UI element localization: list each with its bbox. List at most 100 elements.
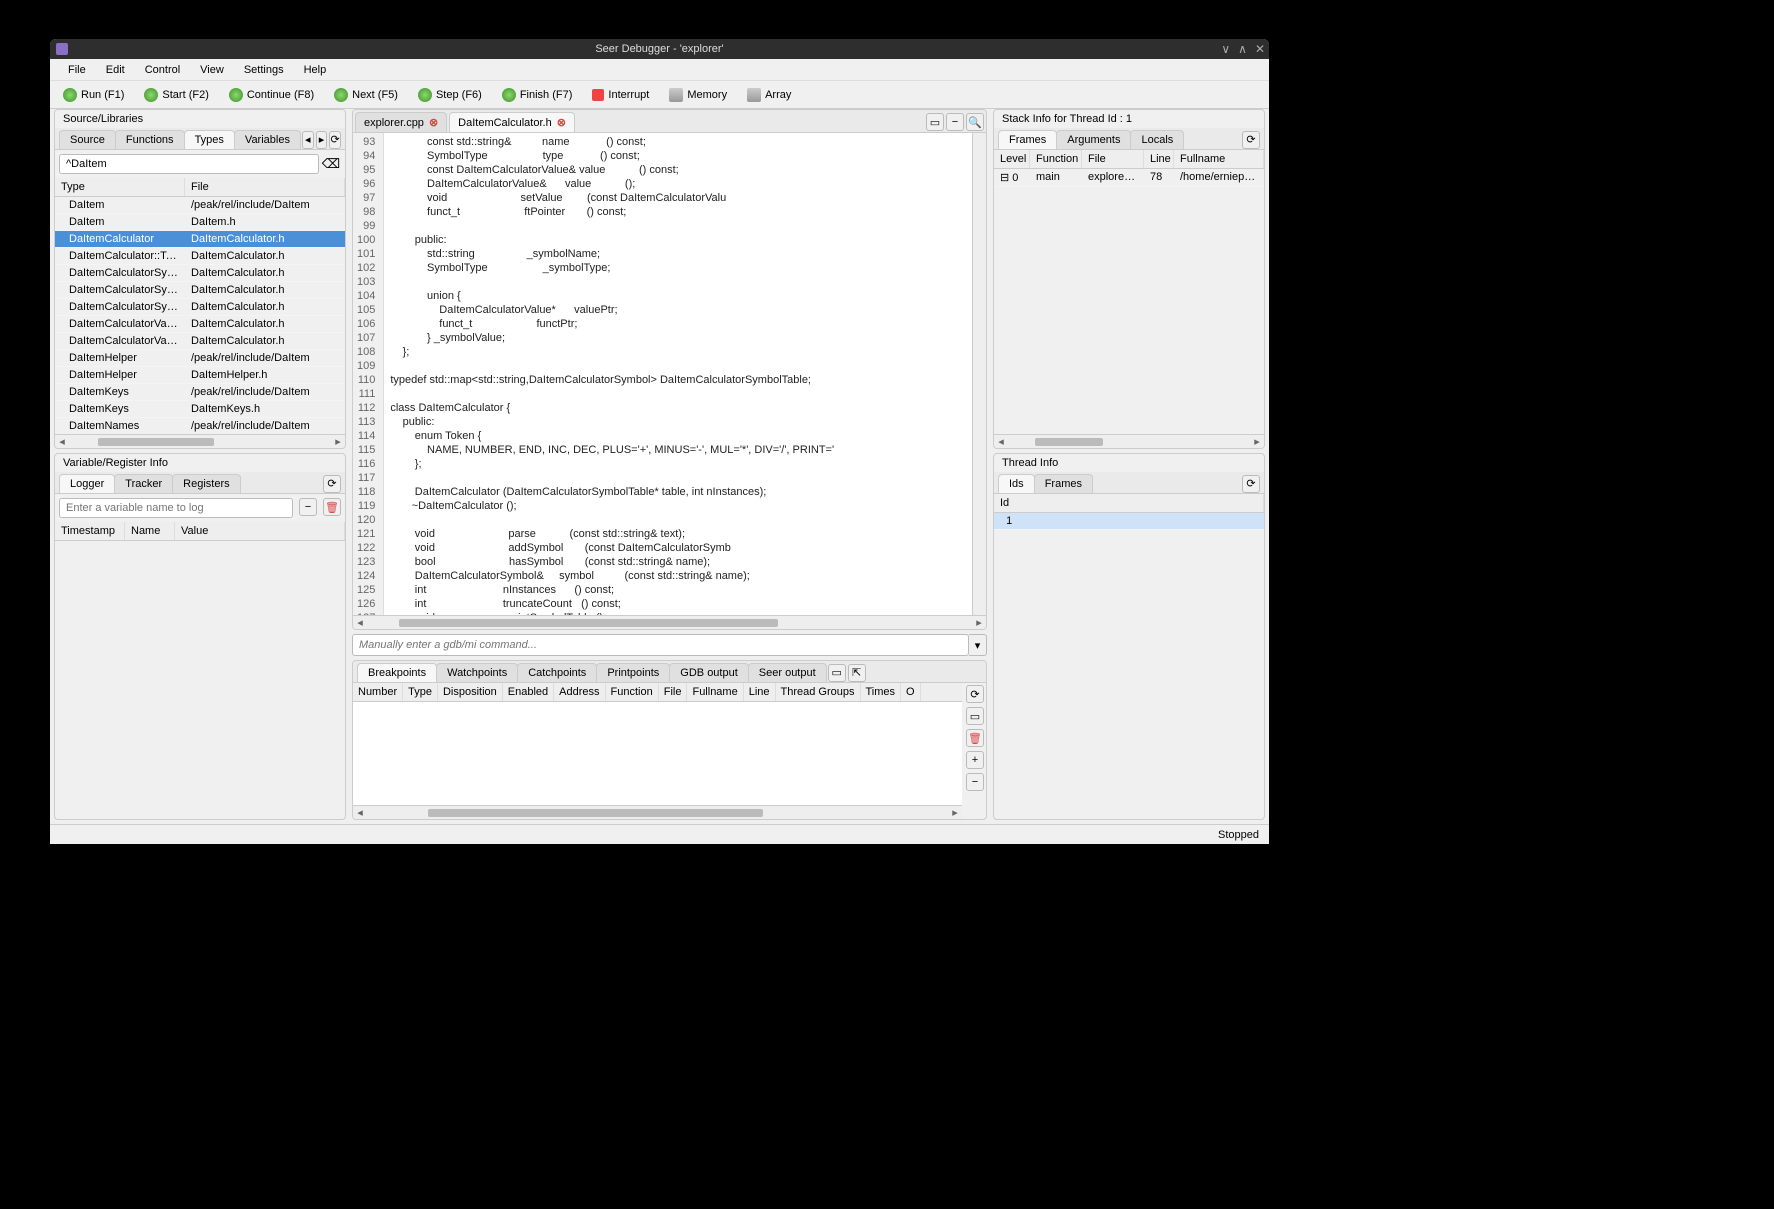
col-address[interactable]: Address (554, 683, 605, 701)
code-area[interactable]: 93 94 95 96 97 98 99 100 101 102 103 104… (353, 133, 986, 615)
tab-logger[interactable]: Logger (59, 474, 115, 493)
tab-functions[interactable]: Functions (115, 130, 185, 149)
tab-locals[interactable]: Locals (1130, 130, 1184, 149)
table-row[interactable]: DaItemCalculatorValue::...DaItemCalculat… (55, 333, 345, 350)
editor-tab-DaItemCalculator-h[interactable]: DaItemCalculator.h⊗ (449, 112, 575, 132)
remove-button[interactable]: − (966, 773, 984, 791)
table-row[interactable]: DaItemHelper/peak/rel/include/DaItem (55, 350, 345, 367)
col-type[interactable]: Type (55, 178, 185, 196)
tab-arguments[interactable]: Arguments (1056, 130, 1131, 149)
table-row[interactable]: DaItemKeys/peak/rel/include/DaItem (55, 384, 345, 401)
toolbar-memory-button[interactable]: Memory (660, 84, 736, 106)
refresh-button[interactable]: ⟳ (966, 685, 984, 703)
table-row[interactable]: DaItemCalculatorValueDaItemCalculator.h (55, 316, 345, 333)
col-line[interactable]: Line (1144, 150, 1174, 168)
refresh-button[interactable]: ⟳ (1242, 131, 1260, 149)
tab-catchpoints[interactable]: Catchpoints (517, 663, 597, 682)
tab-tracker[interactable]: Tracker (114, 474, 173, 493)
col-name[interactable]: Name (125, 522, 175, 540)
v-scrollbar[interactable] (972, 133, 986, 615)
menu-settings[interactable]: Settings (234, 62, 294, 78)
tab-frames[interactable]: Frames (1034, 474, 1093, 493)
toolbar-continue-button[interactable]: Continue (F8) (220, 84, 323, 106)
table-row[interactable]: 1 (994, 513, 1264, 530)
refresh-button[interactable]: ⟳ (1242, 475, 1260, 493)
toolbar-run-button[interactable]: Run (F1) (54, 84, 133, 106)
table-row[interactable]: DaItemHelperDaItemHelper.h (55, 367, 345, 384)
scroll-left-button[interactable]: ◂ (302, 131, 314, 149)
col-o[interactable]: O (901, 683, 921, 701)
table-row[interactable]: DaItemCalculatorSymbolDaItemCalculator.h (55, 265, 345, 282)
remove-button[interactable]: − (299, 498, 317, 516)
col-value[interactable]: Value (175, 522, 345, 540)
toolbar-step-button[interactable]: Step (F6) (409, 84, 491, 106)
delete-button[interactable]: 🗑 (323, 498, 341, 516)
thread-table[interactable]: Id 1 (994, 494, 1264, 819)
scroll-right-button[interactable]: ▸ (316, 131, 328, 149)
h-scrollbar[interactable]: ◂▸ (994, 434, 1264, 448)
tab-variables[interactable]: Variables (234, 130, 301, 149)
menu-control[interactable]: Control (135, 62, 190, 78)
close-tab-icon[interactable]: ⊗ (429, 116, 438, 129)
table-row[interactable]: DaItemCalculator::TokenDaItemCalculator.… (55, 248, 345, 265)
col-file[interactable]: File (659, 683, 688, 701)
tab-ids[interactable]: Ids (998, 474, 1035, 493)
table-row[interactable]: ⊟ 0mainexplorer.cpp78/home/erniep/De (994, 169, 1264, 187)
close-button[interactable]: ✕ (1255, 42, 1265, 56)
col-times[interactable]: Times (861, 683, 902, 701)
col-level[interactable]: Level (994, 150, 1030, 168)
detach-button[interactable]: ▭ (828, 664, 846, 682)
col-file[interactable]: File (1082, 150, 1144, 168)
tab-registers[interactable]: Registers (172, 474, 240, 493)
h-scrollbar[interactable]: ◂▸ (353, 615, 986, 629)
table-row[interactable]: DaItemNames/peak/rel/include/DaItem (55, 418, 345, 434)
toolbar-interrupt-button[interactable]: Interrupt (583, 85, 658, 105)
table-row[interactable]: DaItem/peak/rel/include/DaItem (55, 197, 345, 214)
menu-help[interactable]: Help (294, 62, 337, 78)
col-fullname[interactable]: Fullname (687, 683, 743, 701)
tab-gdb-output[interactable]: GDB output (669, 663, 748, 682)
popout-button[interactable]: ⇱ (848, 664, 866, 682)
stack-table[interactable]: Level Function File Line Fullname ⊟ 0mai… (994, 150, 1264, 434)
menu-view[interactable]: View (190, 62, 234, 78)
tab-breakpoints[interactable]: Breakpoints (357, 663, 437, 682)
col-line[interactable]: Line (744, 683, 776, 701)
maximize-button[interactable]: ∧ (1238, 42, 1247, 56)
col-function[interactable]: Function (1030, 150, 1082, 168)
h-scrollbar[interactable]: ◂▸ (353, 805, 962, 819)
variable-log-input[interactable] (59, 498, 293, 518)
refresh-button[interactable]: ⟳ (329, 131, 341, 149)
col-function[interactable]: Function (606, 683, 659, 701)
minimize-button[interactable]: − (946, 113, 964, 131)
col-file[interactable]: File (185, 178, 345, 196)
detach-button[interactable]: ▭ (926, 113, 944, 131)
search-button[interactable]: 🔍 (966, 113, 984, 131)
logger-table[interactable]: Timestamp Name Value (55, 522, 345, 819)
toolbar-array-button[interactable]: Array (738, 84, 800, 106)
table-row[interactable]: DaItemCalculatorDaItemCalculator.h (55, 231, 345, 248)
menu-file[interactable]: File (58, 62, 96, 78)
tab-watchpoints[interactable]: Watchpoints (436, 663, 518, 682)
save-button[interactable]: ▭ (966, 707, 984, 725)
col-type[interactable]: Type (403, 683, 438, 701)
menu-edit[interactable]: Edit (96, 62, 135, 78)
table-row[interactable]: DaItemKeysDaItemKeys.h (55, 401, 345, 418)
col-number[interactable]: Number (353, 683, 403, 701)
col-enabled[interactable]: Enabled (503, 683, 554, 701)
type-search-input[interactable] (59, 154, 319, 174)
h-scrollbar[interactable]: ◂▸ (55, 434, 345, 448)
gdb-command-input[interactable] (352, 634, 969, 656)
col-thread-groups[interactable]: Thread Groups (776, 683, 861, 701)
table-row[interactable]: DaItemDaItem.h (55, 214, 345, 231)
col-timestamp[interactable]: Timestamp (55, 522, 125, 540)
tab-source[interactable]: Source (59, 130, 116, 149)
col-fullname[interactable]: Fullname (1174, 150, 1264, 168)
tab-frames[interactable]: Frames (998, 130, 1057, 149)
tab-types[interactable]: Types (184, 130, 235, 149)
toolbar-next-button[interactable]: Next (F5) (325, 84, 407, 106)
editor-tab-explorer-cpp[interactable]: explorer.cpp⊗ (355, 112, 447, 132)
table-row[interactable]: DaItemCalculatorSymbo...DaItemCalculator… (55, 282, 345, 299)
toolbar-start-button[interactable]: Start (F2) (135, 84, 217, 106)
refresh-button[interactable]: ⟳ (323, 475, 341, 493)
tab-printpoints[interactable]: Printpoints (596, 663, 670, 682)
